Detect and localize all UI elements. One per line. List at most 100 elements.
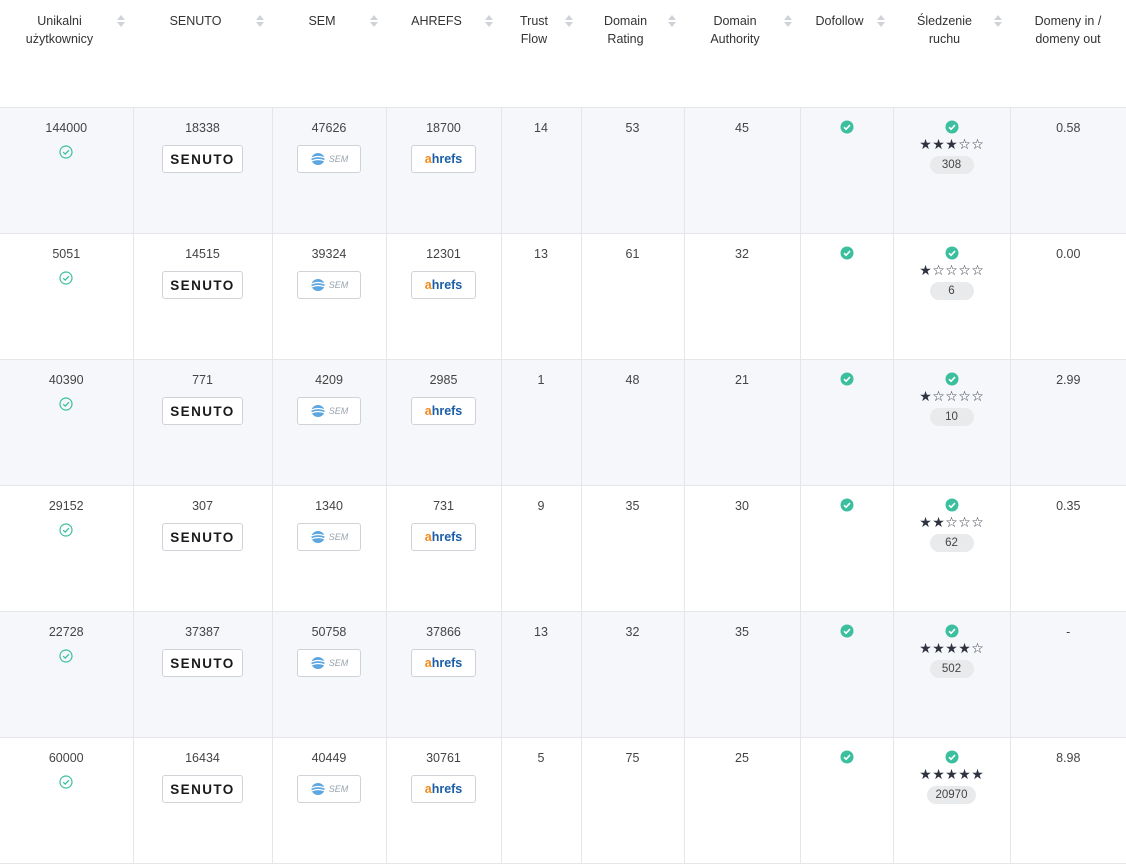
ahrefs-logo[interactable]: a hrefs bbox=[411, 649, 476, 677]
sem-value: 50758 bbox=[311, 625, 347, 639]
sort-icon[interactable] bbox=[877, 15, 885, 27]
senuto-logo[interactable]: SENUTO bbox=[162, 145, 243, 173]
traffic-count-badge: 308 bbox=[929, 156, 974, 174]
ahrefs-value: 30761 bbox=[426, 751, 461, 765]
senuto-logo[interactable]: SENUTO bbox=[162, 775, 243, 803]
ahrefs-logo[interactable]: a hrefs bbox=[411, 523, 476, 551]
ahrefs-logo-a: a bbox=[424, 404, 432, 418]
column-header-ahrefs[interactable]: AHREFS bbox=[386, 0, 501, 108]
domains-ratio-value: 0.58 bbox=[1056, 121, 1081, 135]
sort-icon[interactable] bbox=[565, 15, 573, 27]
star-empty-icon: ☆ bbox=[958, 514, 971, 530]
ahrefs-value: 731 bbox=[433, 499, 454, 513]
ahrefs-logo-rest: hrefs bbox=[431, 152, 463, 166]
cell-domains-ratio: 8.98 bbox=[1010, 737, 1126, 864]
domain-authority-value: 25 bbox=[735, 751, 749, 765]
senuto-logo[interactable]: SENUTO bbox=[162, 271, 243, 299]
ahrefs-logo-rest: hrefs bbox=[431, 656, 463, 670]
sem-logo[interactable]: SEM bbox=[297, 649, 361, 677]
cell-domain-rating: 35 bbox=[581, 485, 685, 612]
cell-domain-rating: 48 bbox=[581, 359, 685, 486]
star-empty-icon: ☆ bbox=[945, 388, 958, 404]
check-circle-filled-icon bbox=[945, 498, 958, 512]
users-value: 22728 bbox=[48, 625, 84, 639]
star-filled-icon: ★ bbox=[932, 136, 945, 152]
sort-icon[interactable] bbox=[256, 15, 264, 27]
cell-users: 29152 bbox=[0, 485, 134, 612]
sort-icon[interactable] bbox=[784, 15, 792, 27]
sem-logo[interactable]: SEM bbox=[297, 271, 361, 299]
column-header-sem[interactable]: SEM bbox=[272, 0, 386, 108]
senuto-logo[interactable]: SENUTO bbox=[162, 523, 243, 551]
table-header-row: Unikalni użytkownicy SENUTO SEM AHREFS T… bbox=[0, 0, 1126, 108]
column-header-senuto[interactable]: SENUTO bbox=[133, 0, 272, 108]
check-circle-filled-icon bbox=[840, 120, 853, 134]
check-circle-filled-icon bbox=[840, 750, 853, 764]
cell-ahrefs: 18700 a hrefs bbox=[386, 107, 502, 234]
star-filled-icon: ★ bbox=[945, 766, 958, 782]
ahrefs-logo-a: a bbox=[424, 656, 432, 670]
star-rating: ★★☆☆☆ bbox=[898, 515, 1006, 530]
star-filled-icon: ★ bbox=[932, 640, 945, 656]
cell-domains-ratio: - bbox=[1010, 611, 1126, 738]
senuto-logo[interactable]: SENUTO bbox=[162, 397, 243, 425]
column-header-domain-rating[interactable]: Domain Rating bbox=[581, 0, 684, 108]
trust-flow-value: 13 bbox=[534, 625, 548, 639]
cell-dofollow bbox=[800, 359, 894, 486]
column-header-domain-authority[interactable]: Domain Authority bbox=[684, 0, 800, 108]
check-circle-filled-icon bbox=[840, 246, 853, 260]
cell-traffic: ★☆☆☆☆ 6 bbox=[893, 233, 1011, 360]
sem-logo[interactable]: SEM bbox=[297, 775, 361, 803]
ahrefs-logo[interactable]: a hrefs bbox=[411, 397, 476, 425]
column-header-trust-flow[interactable]: Trust Flow bbox=[501, 0, 581, 108]
ahrefs-logo[interactable]: a hrefs bbox=[411, 145, 476, 173]
trust-flow-value: 9 bbox=[537, 499, 545, 513]
ahrefs-logo-rest: hrefs bbox=[431, 530, 463, 544]
check-circle-outline-icon bbox=[59, 649, 73, 663]
sem-logo[interactable]: SEM bbox=[297, 523, 361, 551]
column-header-domains-ratio[interactable]: Domeny in / domeny out bbox=[1010, 0, 1126, 108]
column-header-dofollow[interactable]: Dofollow bbox=[800, 0, 893, 108]
sem-logo[interactable]: SEM bbox=[297, 145, 361, 173]
star-empty-icon: ☆ bbox=[971, 514, 984, 530]
table-row: 40390 771 SENUTO 4209 SEM 2985 a hrefs 1 … bbox=[0, 359, 1126, 486]
sem-value: 4209 bbox=[315, 373, 343, 387]
table-row: 5051 14515 SENUTO 39324 SEM 12301 a hrefs… bbox=[0, 233, 1126, 360]
table-row: 29152 307 SENUTO 1340 SEM 731 a hrefs 9 3… bbox=[0, 485, 1126, 612]
check-circle-filled-icon bbox=[840, 498, 853, 512]
sort-icon[interactable] bbox=[370, 15, 378, 27]
cell-domain-authority: 45 bbox=[684, 107, 801, 234]
cell-ahrefs: 2985 a hrefs bbox=[386, 359, 502, 486]
star-empty-icon: ☆ bbox=[958, 262, 971, 278]
check-circle-filled-icon bbox=[945, 624, 958, 638]
ahrefs-logo[interactable]: a hrefs bbox=[411, 271, 476, 299]
domain-rating-value: 32 bbox=[625, 625, 640, 639]
globe-icon bbox=[310, 405, 325, 417]
ahrefs-logo-a: a bbox=[424, 278, 432, 292]
senuto-logo-text: SENUTO bbox=[170, 277, 235, 293]
trust-flow-value: 14 bbox=[534, 121, 548, 135]
sem-value: 47626 bbox=[311, 121, 347, 135]
star-filled-icon: ★ bbox=[958, 640, 971, 656]
check-circle-filled-icon bbox=[840, 372, 853, 386]
users-value: 144000 bbox=[45, 121, 88, 135]
sort-icon[interactable] bbox=[117, 15, 125, 27]
sort-icon[interactable] bbox=[668, 15, 676, 27]
column-header-users[interactable]: Unikalni użytkownicy bbox=[0, 0, 133, 108]
sort-icon[interactable] bbox=[994, 15, 1002, 27]
cell-domain-authority: 25 bbox=[684, 737, 801, 864]
ahrefs-logo[interactable]: a hrefs bbox=[411, 775, 476, 803]
column-header-traffic[interactable]: Śledzenie ruchu bbox=[893, 0, 1010, 108]
cell-trust-flow: 5 bbox=[501, 737, 582, 864]
sem-logo[interactable]: SEM bbox=[297, 397, 361, 425]
check-circle-outline-icon bbox=[59, 271, 73, 285]
sem-logo-text: SEM bbox=[328, 532, 349, 542]
domain-authority-value: 21 bbox=[735, 373, 749, 387]
sort-icon[interactable] bbox=[485, 15, 493, 27]
senuto-logo[interactable]: SENUTO bbox=[162, 649, 243, 677]
trust-flow-value: 1 bbox=[537, 373, 545, 387]
cell-ahrefs: 37866 a hrefs bbox=[386, 611, 502, 738]
cell-domain-rating: 75 bbox=[581, 737, 685, 864]
star-empty-icon: ☆ bbox=[971, 640, 984, 656]
cell-dofollow bbox=[800, 611, 894, 738]
